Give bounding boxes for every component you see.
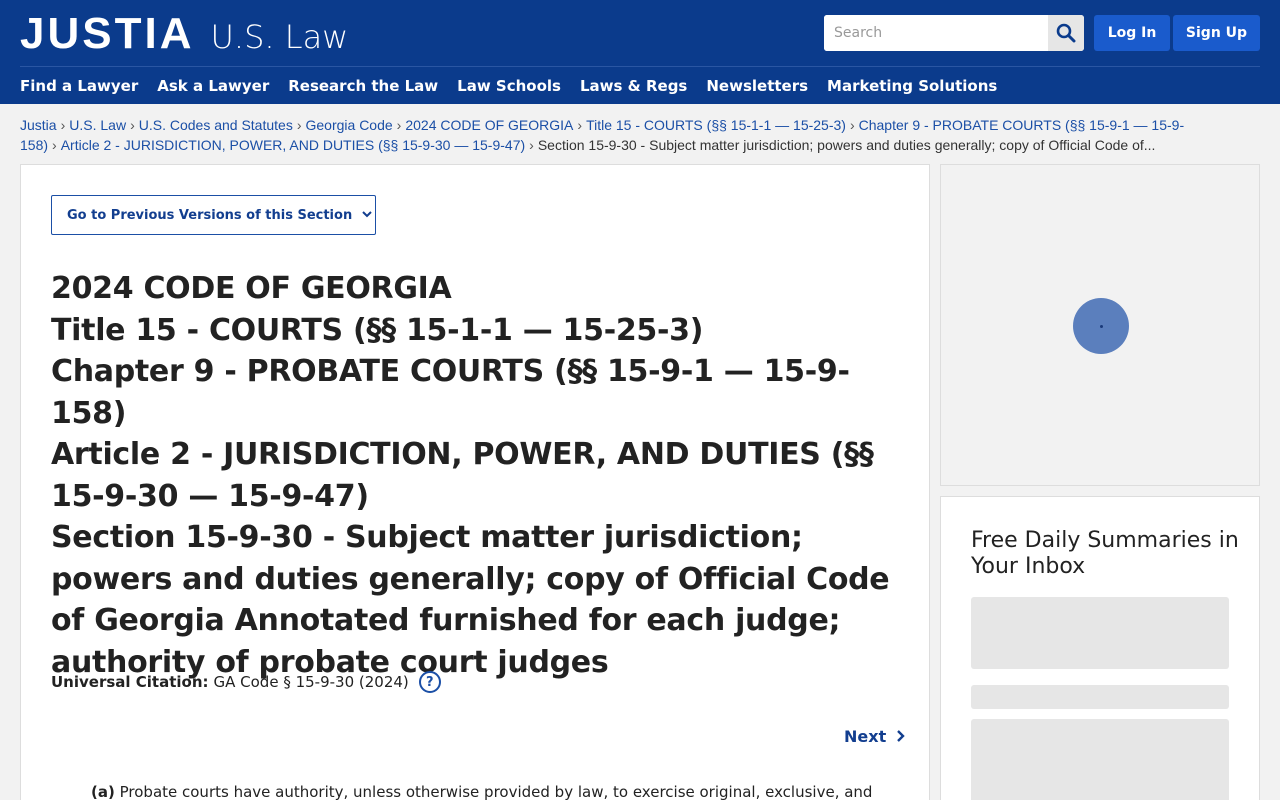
- login-button[interactable]: Log In: [1094, 15, 1170, 51]
- title-section: Section 15-9-30 - Subject matter jurisdi…: [51, 520, 890, 680]
- search-button[interactable]: [1048, 15, 1084, 51]
- search-input[interactable]: [824, 15, 1048, 51]
- breadcrumb-current: Section 15-9-30 - Subject matter jurisdi…: [537, 137, 1156, 153]
- breadcrumb-link[interactable]: Justia: [20, 117, 57, 133]
- breadcrumb-link[interactable]: U.S. Codes and Statutes: [139, 117, 293, 133]
- main-content: Go to Previous Versions of this Section …: [20, 164, 930, 800]
- signup-button[interactable]: Sign Up: [1173, 15, 1260, 51]
- chevron-right-icon: [896, 730, 905, 742]
- paragraph-marker: (a): [91, 783, 115, 800]
- brand[interactable]: JUSTIA U.S. Law: [20, 12, 348, 59]
- main-nav: Find a Lawyer Ask a Lawyer Research the …: [20, 76, 1016, 96]
- nav-laws-regs[interactable]: Laws & Regs: [580, 76, 687, 96]
- previous-versions-dropdown[interactable]: Go to Previous Versions of this Section: [51, 195, 376, 235]
- nav-divider: [20, 66, 1260, 67]
- breadcrumb-link[interactable]: 2024 CODE OF GEORGIA: [405, 117, 573, 133]
- nav-find-a-lawyer[interactable]: Find a Lawyer: [20, 76, 138, 96]
- breadcrumb-link[interactable]: U.S. Law: [69, 117, 126, 133]
- nav-marketing-solutions[interactable]: Marketing Solutions: [827, 76, 997, 96]
- universal-citation: Universal Citation: GA Code § 15-9-30 (2…: [51, 671, 441, 693]
- ad-slot: [940, 164, 1260, 486]
- title-code: 2024 CODE OF GEORGIA: [51, 271, 452, 306]
- search-icon: [1056, 23, 1076, 43]
- nav-newsletters[interactable]: Newsletters: [706, 76, 808, 96]
- loading-placeholder: [971, 685, 1229, 709]
- breadcrumb-link[interactable]: Georgia Code: [306, 117, 393, 133]
- previous-versions-label: Go to Previous Versions of this Section: [67, 207, 353, 223]
- title-article: Article 2 - JURISDICTION, POWER, AND DUT…: [51, 437, 874, 514]
- next-label: Next: [844, 727, 887, 746]
- justia-logo[interactable]: JUSTIA: [20, 12, 194, 56]
- paragraph-text: Probate courts have authority, unless ot…: [119, 783, 873, 800]
- breadcrumb-link[interactable]: Title 15 - COURTS (§§ 15-1-1 — 15-25-3): [586, 117, 846, 133]
- loading-placeholder: [971, 719, 1229, 800]
- nav-law-schools[interactable]: Law Schools: [457, 76, 561, 96]
- loading-placeholder: [971, 597, 1229, 669]
- chevron-down-icon: [362, 210, 372, 221]
- loading-spinner-icon: [1073, 298, 1129, 354]
- breadcrumb-link[interactable]: Article 2 - JURISDICTION, POWER, AND DUT…: [61, 137, 525, 153]
- page-title: 2024 CODE OF GEORGIA Title 15 - COURTS (…: [51, 268, 901, 683]
- nav-research-the-law[interactable]: Research the Law: [288, 76, 438, 96]
- newsletter-title: Free Daily Summaries in Your Inbox: [971, 528, 1239, 579]
- nav-ask-a-lawyer[interactable]: Ask a Lawyer: [157, 76, 269, 96]
- help-icon[interactable]: ?: [418, 671, 441, 693]
- breadcrumb: Justia › U.S. Law › U.S. Codes and Statutes ›…: [20, 117, 1185, 153]
- citation-label: Universal Citation:: [51, 673, 209, 691]
- search-box: [824, 15, 1084, 51]
- newsletter-signup: Free Daily Summaries in Your Inbox: [940, 496, 1260, 800]
- next-section-link[interactable]: Next: [844, 727, 906, 746]
- statute-paragraph: (a) Probate courts have authority, unles…: [91, 781, 891, 800]
- title-title: Title 15 - COURTS (§§ 15-1-1 — 15-25-3): [51, 312, 704, 348]
- section-name[interactable]: U.S. Law: [210, 15, 348, 59]
- title-chapter: Chapter 9 - PROBATE COURTS (§§ 15-9-1 — …: [51, 354, 850, 431]
- citation-value: GA Code § 15-9-30 (2024): [213, 673, 409, 691]
- site-header: JUSTIA U.S. Law Log In Sign Up Find a La…: [0, 0, 1280, 104]
